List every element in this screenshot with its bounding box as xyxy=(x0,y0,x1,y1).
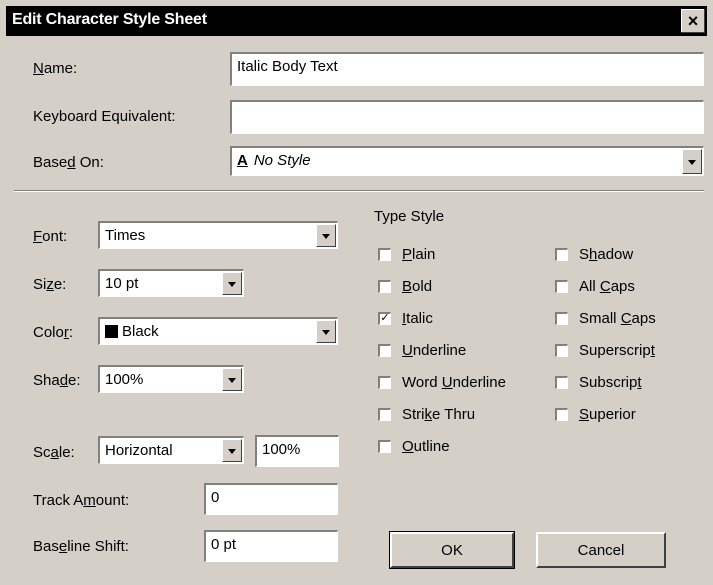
checkbox[interactable] xyxy=(378,376,391,389)
checkbox-label[interactable]: All Caps xyxy=(579,278,635,295)
type-style-heading: Type Style xyxy=(374,208,445,225)
name-label: Name: xyxy=(33,60,78,77)
checkbox-label[interactable]: Plain xyxy=(402,246,435,263)
chevron-down-icon[interactable] xyxy=(682,149,702,174)
chevron-down-icon[interactable] xyxy=(222,368,242,391)
checkbox[interactable] xyxy=(555,312,568,325)
size-select[interactable]: 10 pt xyxy=(98,269,244,297)
color-value: Black xyxy=(122,323,159,340)
checkbox[interactable]: ✓ xyxy=(378,312,391,325)
checkbox[interactable] xyxy=(555,408,568,421)
checkbox-label[interactable]: Underline xyxy=(402,342,466,359)
edit-character-style-sheet-dialog: Edit Character Style Sheet × Name: Itali… xyxy=(0,0,713,585)
chevron-down-icon[interactable] xyxy=(316,320,336,343)
close-icon[interactable]: × xyxy=(681,9,705,33)
ok-button[interactable]: OK xyxy=(389,531,515,569)
shade-value: 100% xyxy=(105,371,144,388)
checkbox[interactable] xyxy=(378,440,391,453)
checkbox[interactable] xyxy=(555,248,568,261)
based-on-label: Based On: xyxy=(33,154,104,171)
track-amount-label: Track Amount: xyxy=(33,492,130,509)
font-label: Font: xyxy=(33,228,68,245)
checkbox-label[interactable]: Small Caps xyxy=(579,310,656,327)
color-swatch xyxy=(105,325,118,338)
chevron-down-icon[interactable] xyxy=(222,439,242,462)
baseline-shift-input[interactable]: 0 pt xyxy=(204,530,338,562)
scale-label: Scale: xyxy=(33,444,75,461)
shade-label: Shade: xyxy=(33,372,81,389)
baseline-shift-label: Baseline Shift: xyxy=(33,538,129,555)
color-label: Color: xyxy=(33,324,74,341)
name-input[interactable]: Italic Body Text xyxy=(230,52,704,86)
checkbox[interactable] xyxy=(555,344,568,357)
title-bar[interactable]: Edit Character Style Sheet × xyxy=(6,6,707,36)
chevron-down-icon[interactable] xyxy=(222,272,242,295)
checkbox-label[interactable]: Shadow xyxy=(579,246,633,263)
checkbox-label[interactable]: Italic xyxy=(402,310,433,327)
checkbox[interactable] xyxy=(378,248,391,261)
chevron-down-icon[interactable] xyxy=(316,224,336,247)
keyboard-equivalent-label: Keyboard Equivalent: xyxy=(33,108,176,125)
checkbox[interactable] xyxy=(378,280,391,293)
checkbox[interactable] xyxy=(378,408,391,421)
checkbox-label[interactable]: Outline xyxy=(402,438,450,455)
cancel-button[interactable]: Cancel xyxy=(536,532,666,568)
checkbox-label[interactable]: Bold xyxy=(402,278,432,295)
font-value: Times xyxy=(105,227,146,244)
scale-mode-value: Horizontal xyxy=(105,442,173,459)
color-select[interactable]: Black xyxy=(98,317,338,345)
character-style-icon: A xyxy=(237,152,248,169)
size-label: Size: xyxy=(33,276,67,293)
checkbox-label[interactable]: Superior xyxy=(579,406,636,423)
keyboard-equivalent-input[interactable] xyxy=(230,100,704,134)
checkbox-label[interactable]: Strike Thru xyxy=(402,406,475,423)
based-on-value: No Style xyxy=(253,152,311,169)
checkbox-label[interactable]: Subscript xyxy=(579,374,642,391)
checkbox[interactable] xyxy=(378,344,391,357)
track-amount-input[interactable]: 0 xyxy=(204,483,338,515)
checkbox-label[interactable]: Word Underline xyxy=(402,374,506,391)
divider xyxy=(14,190,704,192)
scale-mode-select[interactable]: Horizontal xyxy=(98,436,244,464)
size-value: 10 pt xyxy=(105,275,139,292)
based-on-select[interactable]: A No Style xyxy=(230,146,704,176)
font-select[interactable]: Times xyxy=(98,221,338,249)
checkbox[interactable] xyxy=(555,376,568,389)
scale-value-input[interactable]: 100% xyxy=(255,435,339,467)
checkbox-label[interactable]: Superscript xyxy=(579,342,655,359)
checkbox[interactable] xyxy=(555,280,568,293)
shade-select[interactable]: 100% xyxy=(98,365,244,393)
dialog-title: Edit Character Style Sheet xyxy=(12,11,207,28)
